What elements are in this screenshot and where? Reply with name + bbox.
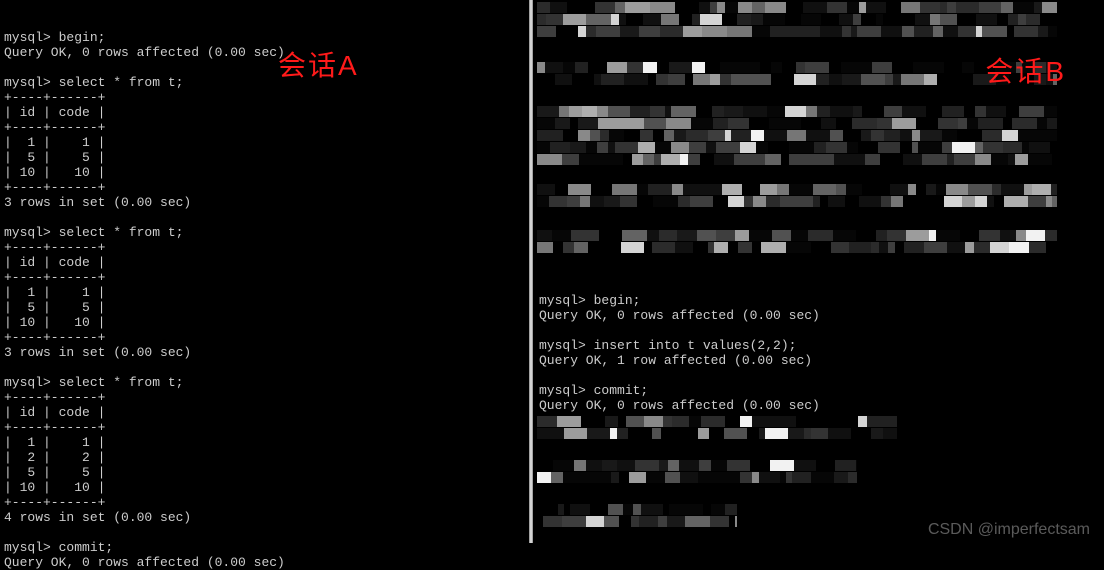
term-line: +----+------+ (4, 120, 105, 135)
term-line: Query OK, 1 row affected (0.00 sec) (539, 353, 812, 368)
term-line: +----+------+ (4, 390, 105, 405)
term-line: Query OK, 0 rows affected (0.00 sec) (4, 555, 285, 570)
term-line: Query OK, 0 rows affected (0.00 sec) (539, 308, 820, 323)
term-line: | 5 | 5 | (4, 300, 105, 315)
session-a-label: 会话A (278, 58, 359, 73)
redacted-mosaic (537, 106, 1100, 166)
term-line: 3 rows in set (0.00 sec) (4, 195, 191, 210)
term-line: | 2 | 2 | (4, 450, 105, 465)
right-clear-block: mysql> begin; Query OK, 0 rows affected … (539, 278, 820, 428)
term-line: | id | code | (4, 255, 105, 270)
term-line: mysql> begin; (4, 30, 105, 45)
redacted-mosaic (537, 460, 1100, 484)
term-line: mysql> select * from t; (4, 75, 183, 90)
term-line: +----+------+ (4, 90, 105, 105)
terminal-session-b[interactable]: 会话B mysql> begin; Query OK, 0 rows affec… (533, 0, 1104, 543)
term-line: mysql> insert into t values(2,2); (539, 338, 796, 353)
watermark: CSDN @imperfectsam (928, 521, 1090, 539)
term-line: | 1 | 1 | (4, 135, 105, 150)
term-line: | 10 | 10 | (4, 315, 105, 330)
term-line: mysql> begin; (539, 293, 640, 308)
term-line: | id | code | (4, 105, 105, 120)
term-line: +----+------+ (4, 180, 105, 195)
terminal-session-a[interactable]: 会话A mysql> begin; Query OK, 0 rows affec… (0, 0, 529, 543)
term-line: | 10 | 10 | (4, 165, 105, 180)
term-line: 3 rows in set (0.00 sec) (4, 345, 191, 360)
session-b-label: 会话B (985, 64, 1066, 79)
term-line: | 5 | 5 | (4, 465, 105, 480)
redacted-mosaic (537, 184, 1100, 208)
term-line: +----+------+ (4, 420, 105, 435)
term-line: | id | code | (4, 405, 105, 420)
term-line: +----+------+ (4, 240, 105, 255)
term-line: | 5 | 5 | (4, 150, 105, 165)
term-line: +----+------+ (4, 495, 105, 510)
term-line: +----+------+ (4, 330, 105, 345)
term-line: Query OK, 0 rows affected (0.00 sec) (539, 398, 820, 413)
term-line: mysql> commit; (4, 540, 113, 555)
term-line: | 1 | 1 | (4, 285, 105, 300)
redacted-mosaic (537, 230, 1100, 254)
term-line: mysql> commit; (539, 383, 648, 398)
term-line: mysql> select * from t; (4, 225, 183, 240)
term-line: | 1 | 1 | (4, 435, 105, 450)
term-line: 4 rows in set (0.00 sec) (4, 510, 191, 525)
term-line: mysql> select * from t; (4, 375, 183, 390)
redacted-mosaic (537, 416, 1100, 440)
term-line: | 10 | 10 | (4, 480, 105, 495)
term-line: Query OK, 0 rows affected (0.00 sec) (4, 45, 285, 60)
term-line: +----+------+ (4, 270, 105, 285)
redacted-mosaic (537, 2, 1100, 38)
